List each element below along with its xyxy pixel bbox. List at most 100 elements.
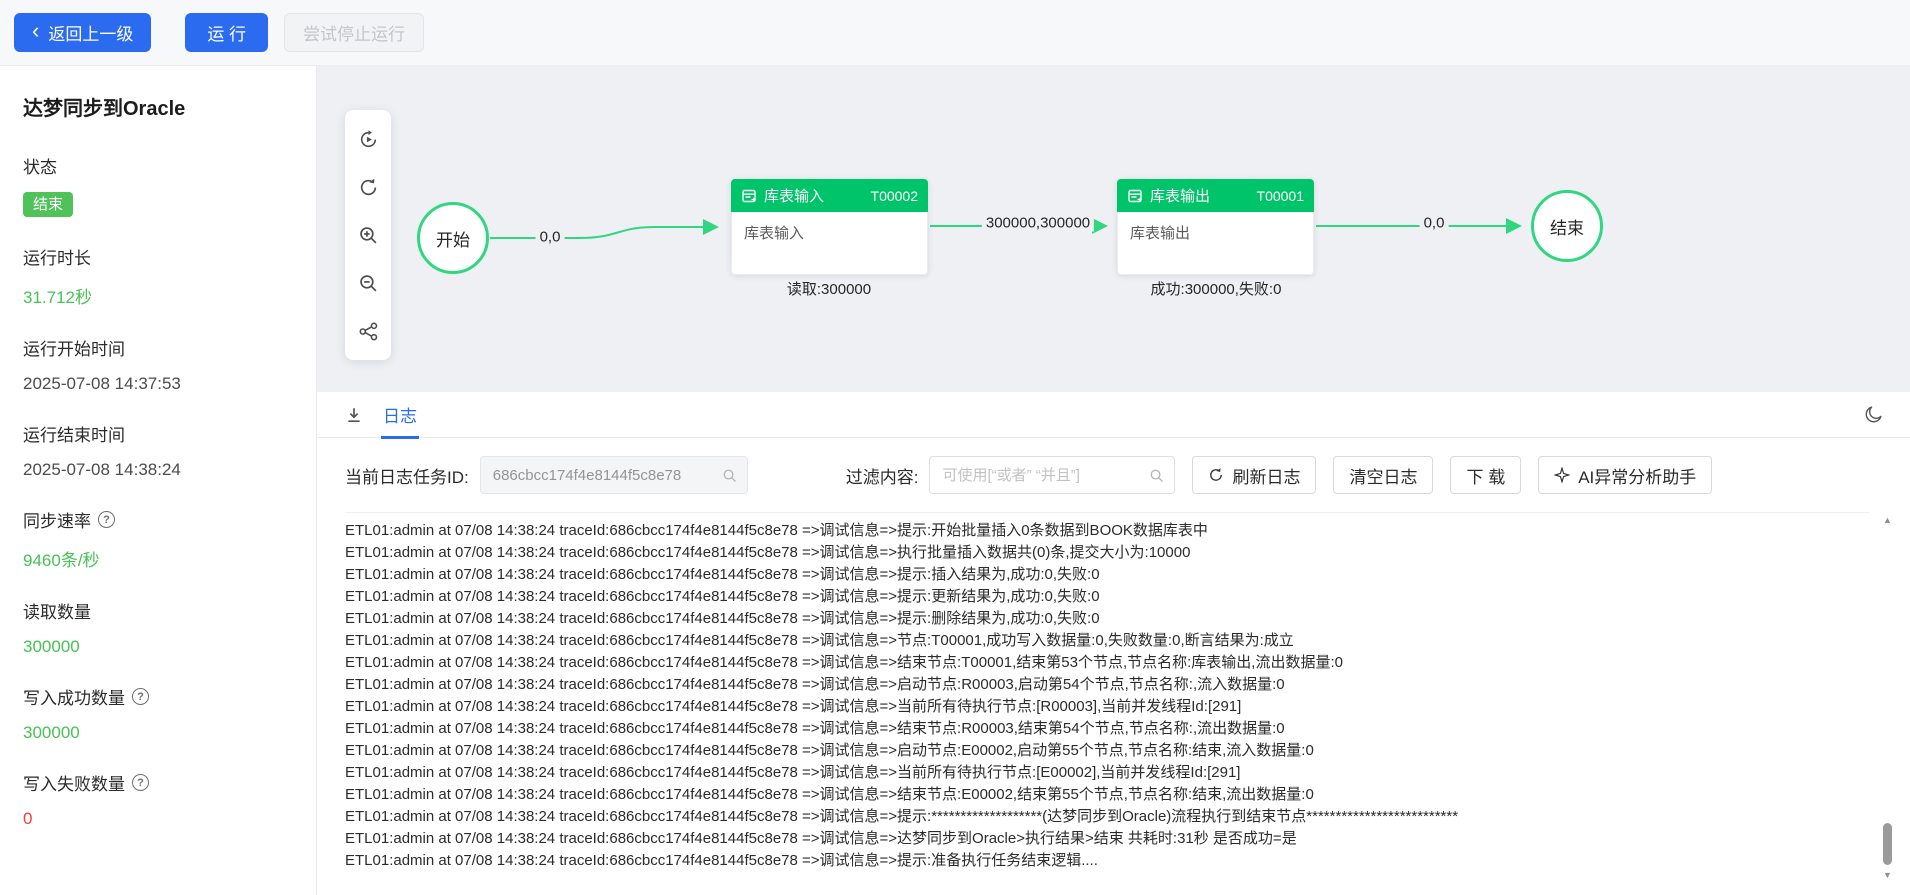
scroll-down-icon[interactable]: ▼	[1881, 869, 1894, 881]
log-line: ETL01:admin at 07/08 14:38:24 traceId:68…	[345, 698, 1242, 715]
node-body-label: 库表输出	[1117, 212, 1314, 275]
write-fail-section: 写入失败数量 ? 0	[23, 770, 298, 829]
run-button[interactable]: 运 行	[185, 13, 269, 52]
start-time-label: 运行开始时间	[23, 340, 125, 360]
download-log-button[interactable]: 下 载	[1450, 456, 1522, 494]
node-stat-caption: 成功:300000,失败:0	[1150, 281, 1282, 298]
log-line: ETL01:admin at 07/08 14:38:24 traceId:68…	[345, 830, 1297, 847]
start-node-label: 开始	[436, 230, 470, 250]
log-line: ETL01:admin at 07/08 14:38:24 traceId:68…	[345, 544, 1191, 561]
node-id: T00002	[870, 187, 918, 204]
ai-analysis-button[interactable]: AI异常分析助手	[1538, 456, 1713, 494]
run-button-label: 运 行	[207, 25, 247, 44]
task-id-input[interactable]	[490, 465, 722, 485]
edge-count-label: 300000,300000	[981, 214, 1095, 232]
sync-rate-section: 同步速率 ? 9460条/秒	[23, 507, 298, 571]
write-fail-value: 0	[23, 809, 33, 829]
refresh-canvas-icon[interactable]	[348, 163, 388, 211]
end-node[interactable]: 结束	[1531, 190, 1603, 262]
refresh-log-button[interactable]: 刷新日志	[1192, 456, 1317, 494]
job-title: 达梦同步到Oracle	[23, 98, 186, 120]
log-line: ETL01:admin at 07/08 14:38:24 traceId:68…	[345, 676, 1285, 693]
duration-label: 运行时长	[23, 249, 91, 269]
edge-count-label: 0,0	[1419, 214, 1449, 232]
filter-input-wrap	[929, 456, 1176, 494]
duration-value: 31.712秒	[23, 288, 92, 308]
end-time-section: 运行结束时间 2025-07-08 14:38:24	[23, 421, 298, 480]
start-time-section: 运行开始时间 2025-07-08 14:37:53	[23, 335, 298, 394]
node-stat-caption: 读取:300000	[786, 281, 872, 298]
help-icon[interactable]: ?	[132, 688, 149, 706]
duration-section: 运行时长 31.712秒	[23, 244, 298, 308]
log-line: ETL01:admin at 07/08 14:38:24 traceId:68…	[345, 610, 1100, 627]
filter-label: 过滤内容:	[845, 467, 919, 487]
help-icon[interactable]: ?	[132, 774, 149, 792]
table-input-node[interactable]: 库表输入 T00002 库表输入	[731, 179, 928, 275]
filter-input[interactable]	[940, 465, 1150, 485]
start-node[interactable]: 开始	[417, 202, 489, 274]
write-success-label: 写入成功数量	[23, 689, 125, 709]
sync-rate-value: 9460条/秒	[23, 551, 100, 571]
log-line: ETL01:admin at 07/08 14:38:24 traceId:68…	[345, 764, 1241, 781]
ai-analysis-label: AI异常分析助手	[1578, 467, 1697, 487]
auto-layout-icon[interactable]	[348, 307, 388, 355]
canvas-toolbar	[345, 110, 391, 360]
status-section: 状态 结束	[23, 153, 298, 218]
back-button-label: 返回上一级	[48, 25, 134, 44]
back-button[interactable]: ‹ 返回上一级	[14, 13, 152, 52]
help-icon[interactable]: ?	[98, 511, 115, 529]
log-line: ETL01:admin at 07/08 14:38:24 traceId:68…	[345, 566, 1100, 583]
task-id-label: 当前日志任务ID:	[345, 467, 469, 487]
log-line: ETL01:admin at 07/08 14:38:24 traceId:68…	[345, 522, 1208, 539]
download-log-icon[interactable]	[345, 406, 363, 424]
write-fail-label: 写入失败数量	[23, 775, 125, 795]
log-line: ETL01:admin at 07/08 14:38:24 traceId:68…	[345, 742, 1314, 759]
clear-log-label: 清空日志	[1349, 467, 1418, 487]
ai-sparkle-icon	[1554, 467, 1571, 483]
log-output[interactable]: ETL01:admin at 07/08 14:38:24 traceId:68…	[345, 512, 1870, 883]
log-line: ETL01:admin at 07/08 14:38:24 traceId:68…	[345, 654, 1343, 671]
tab-logs[interactable]: 日志	[381, 392, 419, 439]
search-icon	[1151, 469, 1164, 482]
top-toolbar: ‹ 返回上一级 运 行 尝试停止运行	[0, 0, 1910, 66]
log-line: ETL01:admin at 07/08 14:38:24 traceId:68…	[345, 588, 1100, 605]
rerun-icon[interactable]	[348, 115, 388, 163]
log-scrollbar[interactable]: ▲ ▼	[1881, 514, 1894, 881]
node-title: 库表输出	[1150, 188, 1211, 205]
log-panel: 日志 当前日志任务ID: 过滤内容: 刷新日志	[317, 392, 1910, 895]
zoom-in-icon[interactable]	[348, 211, 388, 259]
dark-mode-moon-icon[interactable]	[1863, 404, 1884, 425]
download-log-label: 下 载	[1466, 467, 1506, 487]
status-label: 状态	[23, 158, 57, 177]
flow-canvas[interactable]: 开始 0,0 库表输入 T00002 库表输入 读取:300000 300000…	[317, 66, 1910, 392]
node-id: T00001	[1256, 187, 1304, 204]
log-line: ETL01:admin at 07/08 14:38:24 traceId:68…	[345, 632, 1294, 649]
scroll-up-icon[interactable]: ▲	[1881, 514, 1894, 526]
table-input-icon	[742, 189, 756, 202]
refresh-log-label: 刷新日志	[1232, 467, 1301, 487]
job-info-sidebar: 达梦同步到Oracle 状态 结束 运行时长 31.712秒 运行开始时间 20…	[0, 66, 317, 895]
table-output-node[interactable]: 库表输出 T00001 库表输出	[1117, 179, 1314, 275]
clear-log-button[interactable]: 清空日志	[1333, 456, 1434, 494]
log-line: ETL01:admin at 07/08 14:38:24 traceId:68…	[345, 786, 1314, 803]
log-line: ETL01:admin at 07/08 14:38:24 traceId:68…	[345, 852, 1098, 869]
search-icon	[723, 469, 736, 482]
zoom-out-icon[interactable]	[348, 259, 388, 307]
edge-count-label: 0,0	[535, 228, 565, 246]
task-id-input-wrap	[479, 456, 748, 494]
end-time-label: 运行结束时间	[23, 426, 125, 446]
end-time-value: 2025-07-08 14:38:24	[23, 460, 181, 480]
node-body-label: 库表输入	[731, 212, 928, 275]
refresh-icon	[1210, 468, 1223, 481]
table-output-icon	[1128, 189, 1142, 202]
start-time-value: 2025-07-08 14:37:53	[23, 374, 181, 394]
stop-run-button[interactable]: 尝试停止运行	[284, 13, 425, 52]
log-line: ETL01:admin at 07/08 14:38:24 traceId:68…	[345, 808, 1459, 825]
write-success-value: 300000	[23, 723, 80, 743]
scrollbar-thumb[interactable]	[1883, 823, 1892, 865]
back-chevron-icon: ‹	[32, 18, 40, 43]
log-line: ETL01:admin at 07/08 14:38:24 traceId:68…	[345, 720, 1285, 737]
sync-rate-label: 同步速率	[23, 512, 91, 532]
read-count-section: 读取数量 300000	[23, 598, 298, 657]
write-success-section: 写入成功数量 ? 300000	[23, 684, 298, 743]
